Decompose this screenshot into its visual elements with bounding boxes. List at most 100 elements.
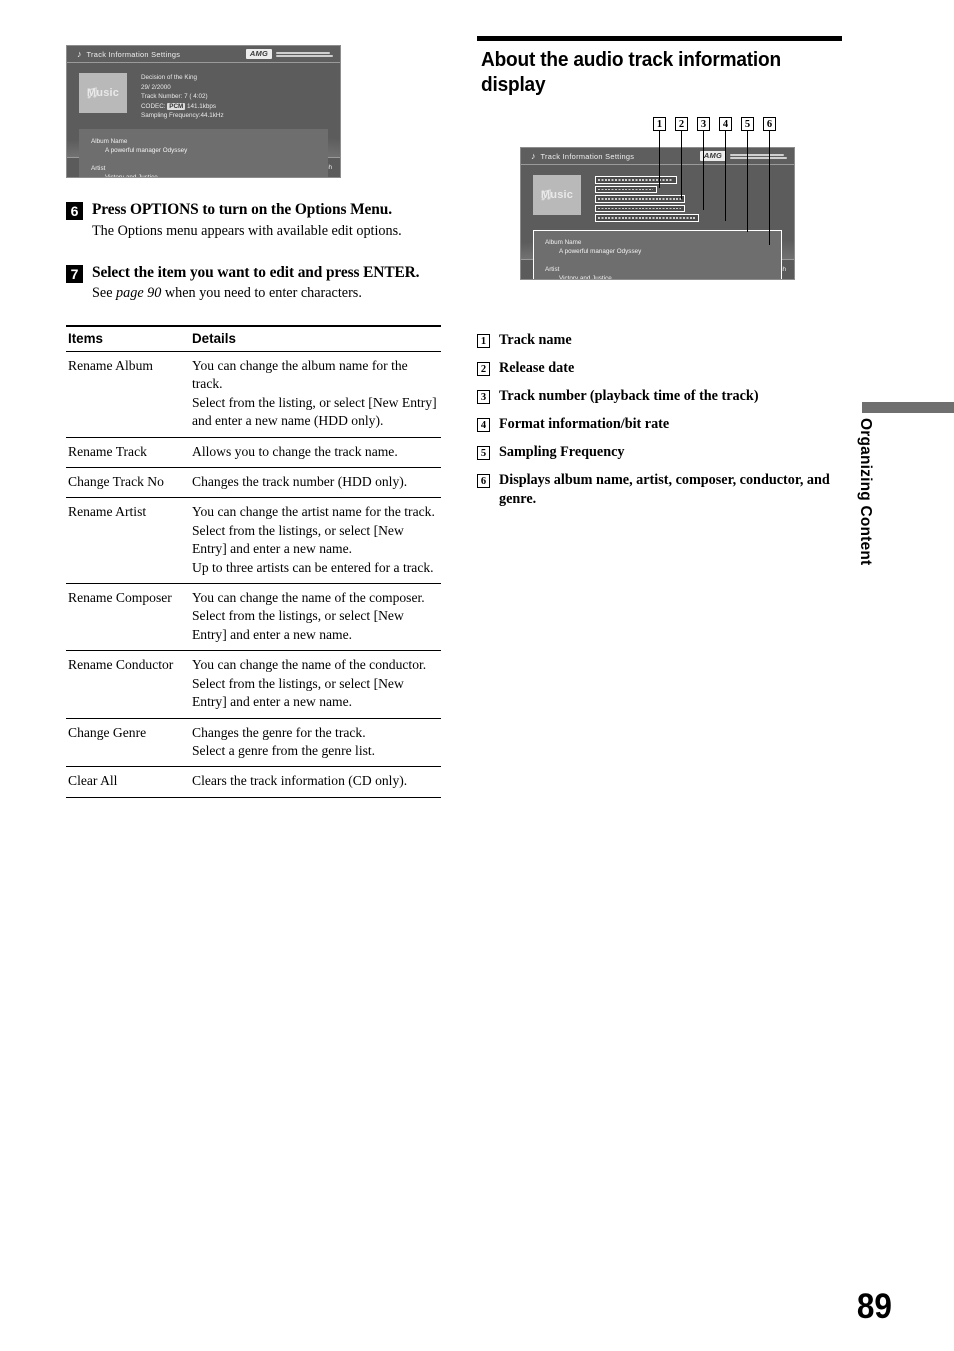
step-6-text: The Options menu appears with available … — [92, 222, 402, 239]
highlight-track-number — [595, 195, 685, 203]
legend-item-label: Track name — [499, 332, 572, 348]
artist-value-2: Victory and Justice — [559, 274, 612, 280]
table-cell-item: Clear All — [66, 766, 190, 798]
heading-rule — [477, 36, 842, 41]
step-7: 7 Select the item you want to edit and p… — [66, 263, 441, 304]
highlighted-metadata-rows — [595, 175, 699, 222]
callout-diagram: 1 2 3 4 5 6 ♪ Track Information Settings — [477, 117, 842, 309]
table-cell-item: Rename Track — [66, 437, 190, 469]
legend-item: 3 Track number (playback time of the trac… — [477, 387, 842, 406]
album-thumbnail-2: ♫ Music — [533, 175, 581, 215]
table-header-row: Items Details — [66, 325, 441, 352]
table-row: Change Track No Changes the track number … — [66, 467, 441, 499]
callout-number-2: 2 — [675, 117, 688, 131]
meta-release-date: 29/ 2/2000 — [141, 83, 171, 91]
amg-logo-block: AMG — [245, 49, 333, 59]
legend-item: 2 Release date — [477, 359, 842, 378]
details-line: Select from the listings, or select [New… — [192, 608, 404, 642]
legend-item-label: Release date — [499, 360, 575, 376]
table-cell-details: Allows you to change the track name. — [190, 437, 441, 469]
details-line: Up to three artists can be entered for a… — [192, 559, 434, 575]
column-header-items: Items — [66, 325, 190, 352]
step-7-text-after: when you need to enter characters. — [161, 285, 362, 301]
table-cell-item: Rename Composer — [66, 583, 190, 652]
codec-badge: PCM — [167, 102, 186, 110]
legend-item: 6 Displays album name, artist, composer, … — [477, 471, 842, 508]
legend-item: 4 Format information/bit rate — [477, 415, 842, 434]
table-row: Rename Artist You can change the artist n… — [66, 497, 441, 585]
callout-number-5: 5 — [741, 117, 754, 131]
callout-number-3: 3 — [697, 117, 710, 131]
table-cell-details: Clears the track information (CD only). — [190, 766, 441, 798]
leader-line-5 — [747, 131, 748, 232]
details-line: Select from the listing, or select [New … — [192, 394, 437, 429]
table-cell-details: You can change the album name for the tr… — [190, 351, 441, 438]
table-cell-item: Change Genre — [66, 718, 190, 768]
meta-sampling-frequency: Sampling Frequency:44.1kHz — [141, 112, 224, 120]
table-cell-item: Rename Album — [66, 351, 190, 438]
right-column: About the audio track information displa… — [477, 36, 842, 518]
legend-item-label: Track number (playback time of the track… — [499, 388, 759, 404]
amg-logo: AMG — [245, 49, 272, 59]
callout-number-6: 6 — [763, 117, 776, 131]
section-tab-bar — [862, 402, 954, 413]
table-row: Clear All Clears the track information (C… — [66, 766, 441, 798]
step-7-text: See page 90 when you need to enter chara… — [92, 283, 441, 303]
music-note-icon-2: ♪ — [531, 151, 536, 161]
details-line: Select from the listings, or select [New… — [192, 675, 404, 710]
legend-item-label: Format information/bit rate — [499, 416, 670, 432]
highlight-sampling-frequency — [595, 214, 699, 222]
table-row: Change Genre Changes the genre for the tr… — [66, 718, 441, 768]
leader-line-6 — [769, 131, 770, 245]
legend-item-number: 3 — [477, 390, 490, 404]
edit-items-table: Items Details Rename Album You can change… — [66, 325, 441, 798]
thumbnail-note-icon: ♫ — [85, 82, 100, 103]
meta-track-number: Track Number: 7 ( 4:02) — [141, 93, 208, 101]
details-line: You can change the album name for the tr… — [192, 358, 408, 392]
artist-label-2: Artist — [545, 265, 560, 273]
legend-item-label: Displays album name, artist, composer, c… — [499, 472, 830, 507]
table-cell-details: You can change the artist name for the t… — [190, 497, 441, 585]
artist-value: Victory and Justice — [105, 173, 158, 178]
highlight-track-name — [595, 176, 677, 184]
step-7-text-before: See — [92, 285, 117, 301]
album-artist-panel: Album Name A powerful manager Odyssey Ar… — [79, 128, 328, 178]
legend-item-number: 5 — [477, 446, 490, 460]
table-cell-details: Changes the genre for the track. Select a… — [190, 718, 441, 768]
details-line: Changes the genre for the track. — [192, 724, 366, 740]
screen-body: ♫ Music Decision of the King 29/ 2/2000 … — [67, 63, 340, 177]
album-name-label-2: Album Name — [545, 238, 582, 246]
screen-titlebar-2: ♪ Track Information Settings AMG — [521, 148, 794, 165]
table-cell-details: Changes the track number (HDD only). — [190, 467, 441, 499]
legend-item-number: 6 — [477, 474, 490, 488]
step-7-number: 7 — [66, 264, 83, 283]
page-reference: page 90 — [116, 285, 162, 301]
manual-page: ♪ Track Information Settings AMG ♫ Music — [0, 0, 954, 1351]
screen-title: Track Information Settings — [86, 50, 181, 59]
screen-title-2: Track Information Settings — [540, 152, 635, 161]
table-cell-item: Rename Artist — [66, 497, 190, 585]
track-metadata: Decision of the King 29/ 2/2000 Track Nu… — [141, 73, 224, 121]
callout-number-4: 4 — [719, 117, 732, 131]
page-title: About the audio track information displa… — [481, 48, 781, 96]
details-line: Select from the listings, or select [New… — [192, 522, 404, 557]
table-cell-item: Rename Conductor — [66, 650, 190, 719]
table-row: Rename Conductor You can change the name … — [66, 650, 441, 719]
column-header-details: Details — [190, 325, 441, 352]
legend-item: 5 Sampling Frequency — [477, 443, 842, 462]
table-body: Rename Album You can change the album nam… — [66, 351, 441, 798]
step-6-heading: Press OPTIONS to turn on the Options Men… — [92, 201, 392, 218]
album-artist-panel-2: Album Name A powerful manager Odyssey Ar… — [533, 229, 782, 280]
section-tab: Organizing Content — [855, 418, 879, 588]
step-6-number: 6 — [66, 202, 83, 220]
meta-track-name: Decision of the King — [141, 74, 198, 81]
album-name-value: A powerful manager Odyssey — [105, 146, 188, 154]
left-column: ♪ Track Information Settings AMG ♫ Music — [66, 45, 441, 798]
callout-legend-list: 1 Track name 2 Release date 3 Track number (p… — [477, 331, 842, 508]
meta-codec-label: CODEC: — [141, 102, 166, 110]
highlight-release-date — [595, 185, 657, 193]
screen-titlebar: ♪ Track Information Settings AMG — [67, 46, 340, 63]
screen-body-2: ♫ Music Album Name A powerful manager Od… — [521, 165, 794, 279]
details-line: Select a genre from the genre list. — [192, 742, 376, 758]
leader-line-1 — [659, 131, 660, 188]
